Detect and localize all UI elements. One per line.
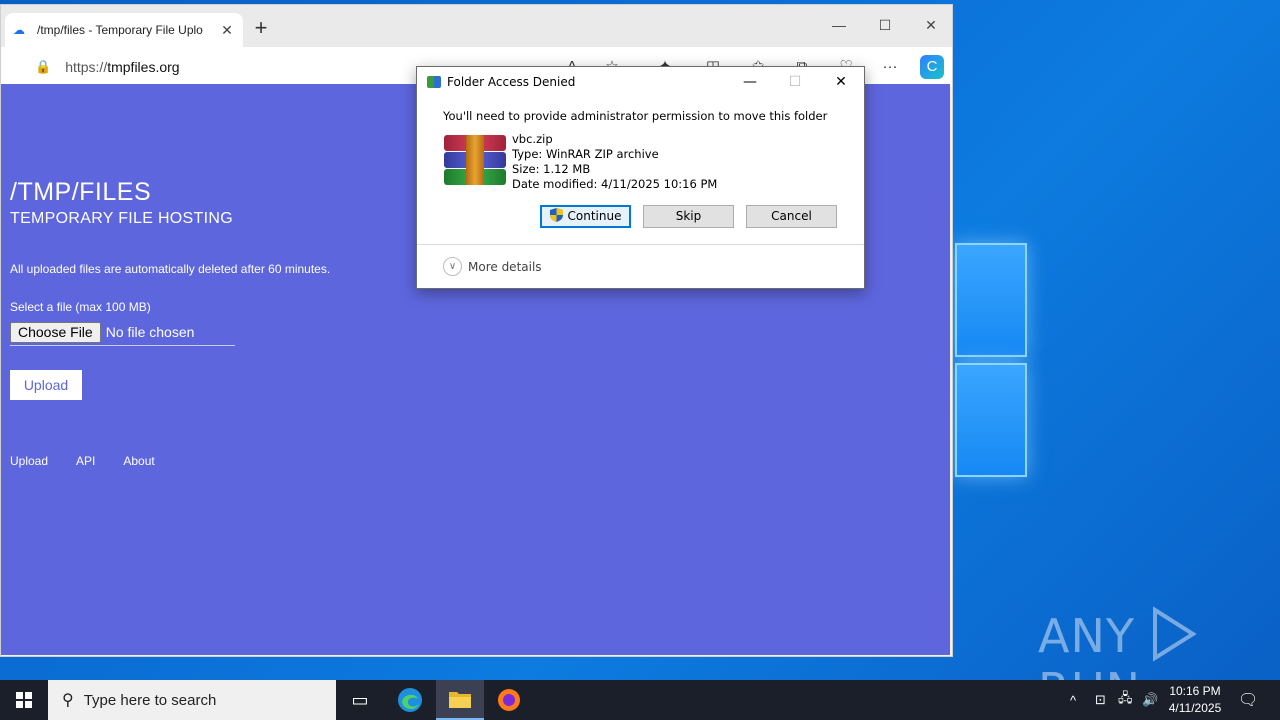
skip-button[interactable]: Skip [643,205,734,228]
cloud-icon: ☁ [13,23,25,37]
clock-time: 10:16 PM [1169,684,1221,698]
file-size: Size: 1.12 MB [512,162,591,176]
folder-access-denied-dialog: Folder Access Denied — ☐ ✕ You'll need t… [416,66,865,289]
url-prefix: https:// [65,59,108,75]
file-info: vbc.zip Type: WinRAR ZIP archive Size: 1… [512,132,717,192]
cancel-button[interactable]: Cancel [746,205,837,228]
device-icon[interactable]: ⊡ [1095,680,1106,720]
windows-icon [16,692,32,708]
copilot-icon[interactable]: C [920,55,944,79]
site-subtitle: TEMPORARY FILE HOSTING [10,210,233,227]
chevron-down-icon: ∨ [443,257,462,276]
nav-api-link[interactable]: API [76,454,95,468]
file-explorer-icon[interactable] [436,680,484,720]
firefox-icon[interactable] [485,680,533,720]
site-title: /TMP/FILES [10,178,152,206]
file-select-label: Select a file (max 100 MB) [10,300,151,314]
deletion-notice: All uploaded files are automatically del… [10,262,331,276]
search-placeholder: Type here to search [83,691,217,709]
file-type: Type: WinRAR ZIP archive [512,147,659,161]
minimize-button[interactable]: — [816,11,862,39]
url-host: tmpfiles.org [107,59,180,75]
file-name: vbc.zip [512,132,553,146]
start-button[interactable] [0,680,48,720]
lock-icon: 🔒 [35,59,52,74]
search-icon: ⚲ [62,692,74,709]
clock[interactable]: 10:16 PM 4/11/2025 [1160,683,1230,717]
dialog-minimize-button[interactable]: — [727,67,773,97]
file-date-modified: Date modified: 4/11/2025 10:16 PM [512,177,718,191]
file-input[interactable]: Choose File No file chosen [10,319,235,346]
new-tab-button[interactable]: + [249,17,273,41]
dialog-maximize-button: ☐ [788,74,802,90]
close-window-button[interactable]: ✕ [908,11,954,39]
no-file-text: No file chosen [105,324,195,340]
upload-button[interactable]: Upload [10,370,82,400]
play-icon [1152,606,1197,662]
browser-tab[interactable]: ☁ /tmp/files - Temporary File Uplo ✕ [5,13,243,47]
volume-icon[interactable]: 🔊 [1142,680,1158,720]
tab-title: /tmp/files - Temporary File Uplo [37,23,203,37]
footer-nav: Upload API About [10,454,155,468]
taskbar-search[interactable]: ⚲ Type here to search [48,680,336,720]
more-details-label: More details [468,259,542,274]
chevron-up-icon[interactable]: ^ [1070,680,1076,720]
more-menu-icon[interactable]: ··· [876,53,904,81]
more-details-toggle[interactable]: ∨ More details [443,257,542,276]
nav-upload-link[interactable]: Upload [10,454,48,468]
tab-bar: ☁ /tmp/files - Temporary File Uplo ✕ + —… [1,5,952,47]
nav-about-link[interactable]: About [123,454,154,468]
close-tab-icon[interactable]: ✕ [219,22,235,39]
continue-button[interactable]: Continue [540,205,631,228]
move-folder-icon [427,76,441,88]
winrar-archive-icon [444,135,506,187]
choose-file-button[interactable]: Choose File [10,321,101,343]
dialog-message: You'll need to provide administrator per… [443,109,828,123]
taskbar: ⚲ Type here to search ▭ ^ ⊡ 🖧 🔊 10:16 PM… [0,680,1280,720]
notifications-icon[interactable]: 🗨 [1238,680,1258,720]
uac-shield-icon [549,208,563,222]
continue-label: Continue [567,209,622,223]
maximize-button[interactable]: ☐ [862,11,908,39]
dialog-divider [417,244,864,245]
dialog-close-button[interactable]: ✕ [818,67,864,97]
task-view-icon[interactable]: ▭ [336,680,384,720]
dialog-title: Folder Access Denied [447,75,576,89]
desktop-windows-logo [955,235,1035,485]
network-icon[interactable]: 🖧 [1118,680,1133,720]
edge-icon[interactable] [386,680,434,720]
clock-date: 4/11/2025 [1168,701,1222,715]
